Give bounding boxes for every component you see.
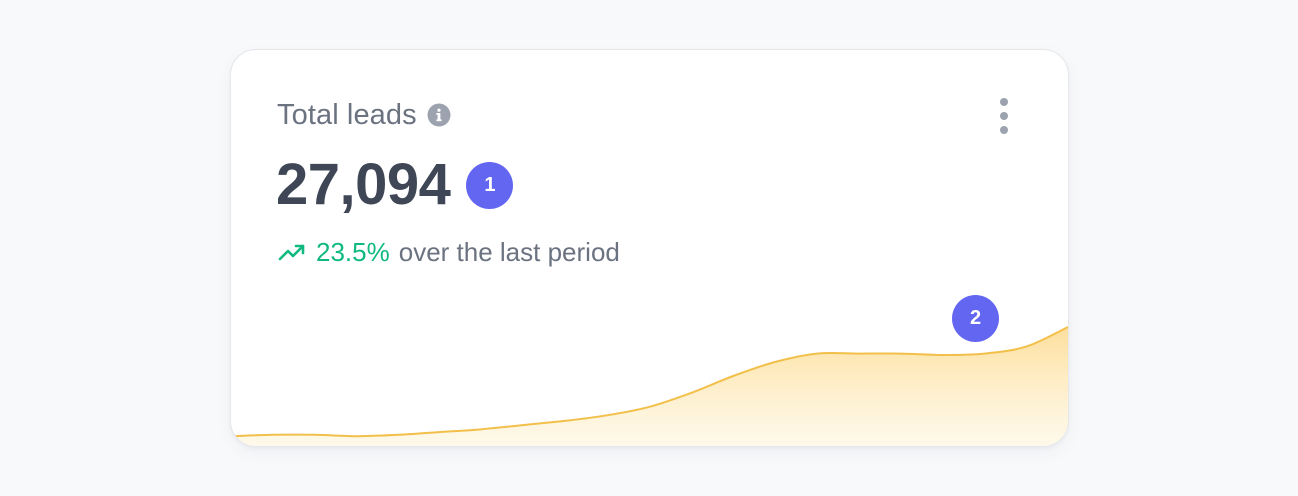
step-badge-1: 1 [466,161,514,209]
total-leads-card: Total leads 27,094 1 23.5% over the last… [230,49,1069,447]
more-options-button[interactable] [992,96,1016,136]
metric-value: 27,094 [276,152,451,217]
metric-value-row: 27,094 1 [276,150,514,220]
info-icon[interactable] [427,103,451,127]
more-vertical-icon [1000,98,1008,106]
chart-area-fill [231,327,1068,446]
step-badge-2: 2 [952,295,999,342]
trending-up-icon [278,238,306,266]
leads-area-chart [231,326,1068,446]
card-header: Total leads [277,97,451,133]
card-title: Total leads [277,99,417,131]
change-percentage: 23.5% [316,237,390,267]
change-label: over the last period [398,237,620,267]
change-indicator: 23.5% over the last period [278,236,620,268]
